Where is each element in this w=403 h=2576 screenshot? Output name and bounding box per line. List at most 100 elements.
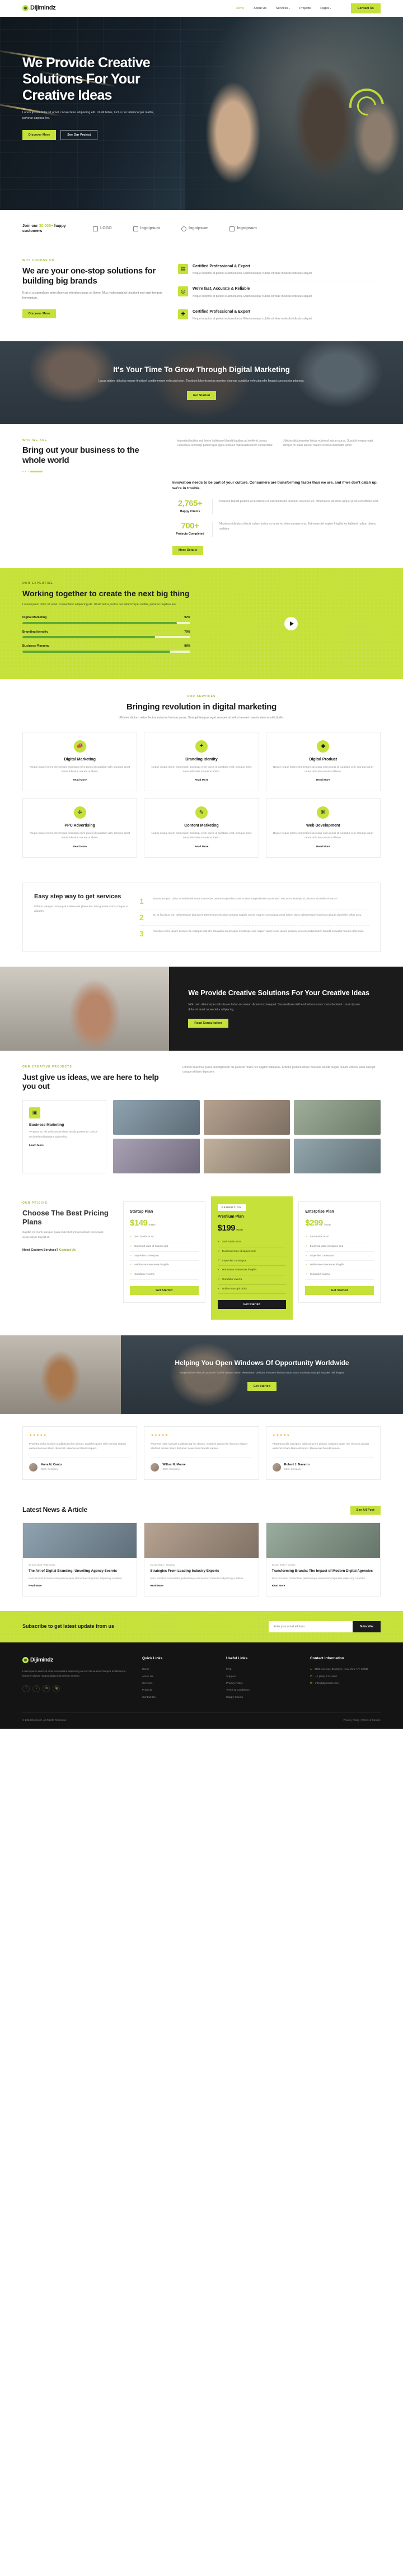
card-learn-more-link[interactable]: Learn More xyxy=(29,1144,44,1148)
check-icon: ✓ xyxy=(130,1235,133,1239)
blog-post-card[interactable]: 23 Jan 2024 • Marketing The Art of Digit… xyxy=(22,1522,138,1596)
instagram-icon[interactable]: ig xyxy=(53,1684,60,1692)
read-consultation-button[interactable]: Read Consultation xyxy=(188,1019,228,1028)
contact-us-button[interactable]: Contact Us xyxy=(350,3,381,13)
grow-get-started-button[interactable]: Get Started xyxy=(186,391,217,400)
card-title: Business Marketing xyxy=(29,1123,64,1127)
post-meta: 23 Jan 2024 • Marketing xyxy=(29,1563,55,1566)
who-title: Bring out your business to the whole wor… xyxy=(22,445,139,466)
see-all-posts-button[interactable]: See All Post xyxy=(350,1505,381,1515)
expertise-video-thumbnail xyxy=(202,582,381,666)
post-read-more-link[interactable]: Read More xyxy=(150,1584,163,1588)
pricing-eyebrow: OUR PRICING xyxy=(22,1201,48,1205)
gallery-image[interactable] xyxy=(113,1139,200,1174)
site-logo[interactable]: Dijimindz xyxy=(22,3,56,13)
gallery-image[interactable] xyxy=(203,1100,290,1135)
plan-get-started-button[interactable]: Get Started xyxy=(130,1285,199,1295)
plan-period: / Month xyxy=(148,1223,156,1227)
plan-feature: ✓ Euismod vitae id sapien sed xyxy=(305,1242,374,1252)
gallery-image[interactable] xyxy=(294,1139,381,1174)
footer-link[interactable]: About Us xyxy=(142,1673,213,1680)
footer-link[interactable]: Privacy Policy xyxy=(226,1680,297,1687)
footer-link[interactable]: Services xyxy=(142,1680,213,1687)
newsletter-subscribe-button[interactable]: Subscribe xyxy=(352,1621,381,1632)
clients-logo-band: Join our 30,000+ happy customers LOGO lo… xyxy=(0,210,403,247)
see-our-project-button[interactable]: See Our Project xyxy=(60,130,98,141)
service-read-more-link[interactable]: Read More xyxy=(73,778,87,782)
twitter-icon[interactable]: t xyxy=(32,1684,40,1692)
contact-email[interactable]: ✉ info@dijimindz.com xyxy=(310,1680,381,1687)
brand-logo-2: logoipsum xyxy=(133,226,160,232)
nav-item-home[interactable]: Home xyxy=(236,6,244,11)
footer-about: Lorem ipsum dolor sit amet consectetur a… xyxy=(22,1670,126,1678)
footer-link[interactable]: Contact Us xyxy=(142,1694,213,1701)
discover-more-button[interactable]: Discover More xyxy=(22,130,57,141)
post-thumbnail xyxy=(266,1523,380,1558)
blog-post-card[interactable]: 21 Jan 2024 • Strategy Strategies From L… xyxy=(144,1522,259,1596)
pricing-contact-link[interactable]: Contact Us xyxy=(59,1248,76,1252)
plan-feature: ✓ Curabitur viverra xyxy=(130,1270,199,1280)
service-card[interactable]: ◆ Digital Product Neque neque lorem elem… xyxy=(265,731,381,792)
testimonial-role: CEO, Company xyxy=(162,1468,180,1471)
post-read-more-link[interactable]: Read More xyxy=(272,1584,285,1588)
service-card[interactable]: ✦ Branding Identity Neque neque lorem el… xyxy=(144,731,259,792)
service-card[interactable]: ✎ Content Marketing Neque neque lorem el… xyxy=(144,798,259,858)
avatar xyxy=(29,1463,38,1472)
gallery-image[interactable] xyxy=(203,1139,290,1174)
service-read-more-link[interactable]: Read More xyxy=(316,778,330,782)
footer-link[interactable]: Projects xyxy=(142,1687,213,1694)
contact-phone[interactable]: ✆ +1 (800) 123-4567 xyxy=(310,1673,381,1680)
service-card[interactable]: 📣 Digital Marketing Neque neque lorem el… xyxy=(22,731,138,792)
footer-link[interactable]: Terms & Conditions xyxy=(226,1687,297,1694)
avatar xyxy=(151,1463,160,1472)
footer-link[interactable]: Home xyxy=(142,1667,213,1673)
nav-item-pages[interactable]: Pages ▾ xyxy=(320,6,331,11)
play-button-icon[interactable] xyxy=(284,616,298,630)
footer-link[interactable]: Happy Clients xyxy=(226,1694,297,1701)
promotion-badge: PROMOTION xyxy=(217,1204,246,1211)
nav-item-about-us[interactable]: About Us xyxy=(254,6,266,11)
newsletter-email-input[interactable] xyxy=(268,1621,353,1632)
logo-mark-icon xyxy=(22,1656,29,1663)
plan-feature: ✓ Sed mattis at ac xyxy=(130,1233,199,1242)
service-read-more-link[interactable]: Read More xyxy=(316,845,330,849)
facebook-icon[interactable]: f xyxy=(22,1684,30,1692)
feature-title: Certified Professional & Expert xyxy=(193,264,251,268)
why-discover-button[interactable]: Discover More xyxy=(22,309,57,318)
gallery-image[interactable] xyxy=(294,1100,381,1135)
service-title: Digital Product xyxy=(309,757,338,762)
skill-item: Business Planning 88% xyxy=(22,644,190,653)
plan-get-started-button[interactable]: Get Started xyxy=(217,1300,287,1310)
nav-item-services[interactable]: Services ▾ xyxy=(276,6,290,11)
footer-quick-links-title: Quick Links xyxy=(142,1656,163,1660)
service-read-more-link[interactable]: Read More xyxy=(195,778,209,782)
service-read-more-link[interactable]: Read More xyxy=(195,845,209,849)
gallery-image[interactable] xyxy=(113,1100,200,1135)
feature-desc: Neque inceptos at potenti euismod arcu. … xyxy=(193,294,313,298)
testimonial-text: Pharetra nulla suscipit a adipiscing leo… xyxy=(151,1442,248,1450)
opportunity-get-started-button[interactable]: Get Started xyxy=(247,1382,277,1391)
business-marketing-card[interactable]: ▣ Business Marketing Vivamus ac elit vel… xyxy=(22,1100,106,1174)
linkedin-icon[interactable]: in xyxy=(43,1684,50,1692)
blog-post-card[interactable]: 18 Jan 2024 • Design Transforming Brands… xyxy=(265,1522,381,1596)
footer-link[interactable]: FAQ xyxy=(226,1667,297,1673)
nav-item-projects[interactable]: Projects xyxy=(299,6,311,11)
service-card[interactable]: ⌘ Web Development Neque neque lorem elem… xyxy=(265,798,381,858)
plan-get-started-button[interactable]: Get Started xyxy=(305,1285,374,1295)
site-footer: Dijimindz Lorem ipsum dolor sit amet con… xyxy=(0,1642,403,1729)
post-read-more-link[interactable]: Read More xyxy=(29,1584,42,1588)
service-card[interactable]: ✛ PPC Advertising Neque neque lorem elem… xyxy=(22,798,138,858)
brand-logos: LOGO logoipsum logoipsum logoipsum xyxy=(93,226,257,232)
footer-logo-text: Dijimindz xyxy=(30,1656,53,1663)
mail-icon: ✉ xyxy=(310,1682,313,1685)
who-more-details-button[interactable]: More Details xyxy=(172,545,204,555)
feature-desc: Neque inceptos at potenti euismod arcu. … xyxy=(193,317,313,321)
footer-logo[interactable]: Dijimindz xyxy=(22,1656,129,1665)
step-number: 2 xyxy=(139,912,144,922)
pricing-description: Sagittis elit morbi quisque ligula imper… xyxy=(22,1231,104,1239)
star-rating-icon: ★★★★★ xyxy=(272,1434,290,1438)
testimonial-role: CEO, Company xyxy=(284,1468,302,1471)
footer-legal-links[interactable]: Privacy Policy | Terms of Service xyxy=(344,1718,381,1722)
footer-link[interactable]: Support xyxy=(226,1673,297,1680)
service-read-more-link[interactable]: Read More xyxy=(73,845,87,849)
